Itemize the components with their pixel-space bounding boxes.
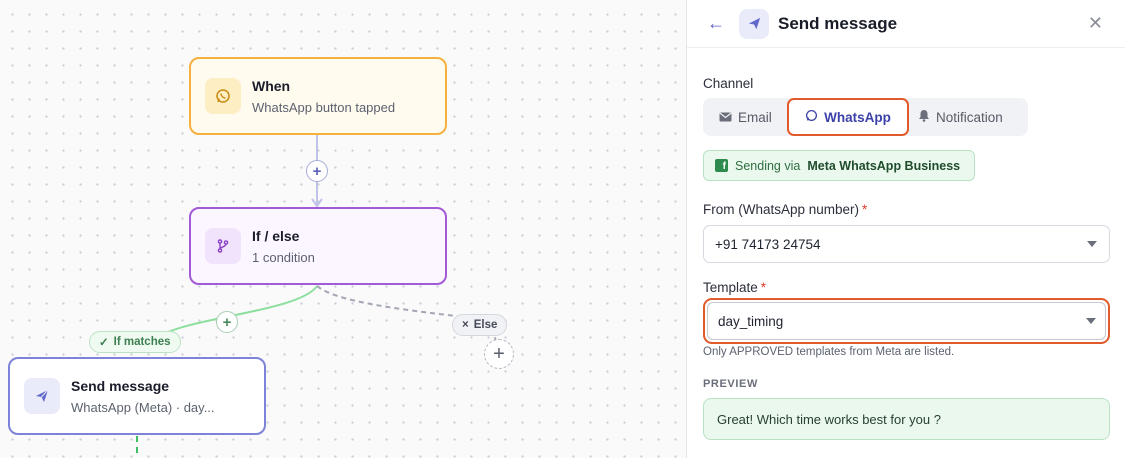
back-arrow-icon[interactable]: ← <box>707 13 729 34</box>
from-number-select[interactable]: +91 74173 24754 <box>703 225 1110 263</box>
preview-message: Great! Which time works best for you ? <box>703 398 1110 440</box>
branch-label-text: If matches <box>113 336 171 348</box>
send-icon <box>739 8 769 39</box>
chevron-down-icon <box>1086 318 1096 324</box>
channel-option-email[interactable]: Email <box>719 98 772 136</box>
channel-label: Channel <box>703 76 754 91</box>
panel-title: Send message <box>778 13 898 33</box>
branch-icon <box>205 228 241 264</box>
whatsapp-icon <box>805 109 818 125</box>
node-when-trigger[interactable]: When WhatsApp button tapped <box>189 57 447 135</box>
panel-header: ← Send message ✕ <box>687 0 1125 48</box>
node-title: Send message <box>71 377 170 394</box>
channel-option-notification[interactable]: Notification <box>918 98 1003 136</box>
preview-text: Great! Which time works best for you ? <box>717 411 941 427</box>
template-help-text: Only APPROVED templates from Meta are li… <box>703 346 955 358</box>
edge-if-else <box>316 285 471 319</box>
step-settings-panel: ← Send message ✕ Channel Email WhatsApp … <box>686 0 1125 458</box>
required-mark: * <box>862 202 868 217</box>
check-icon: ✓ <box>99 337 109 349</box>
from-number-value: +91 74173 24754 <box>715 236 821 252</box>
branch-label-text: Else <box>473 319 498 331</box>
node-title: When <box>252 77 291 94</box>
send-icon <box>24 378 60 414</box>
node-if-else[interactable]: If / else 1 condition <box>189 207 447 285</box>
node-subtitle: WhatsApp (Meta) · day... <box>71 399 215 415</box>
node-title: If / else <box>252 227 300 244</box>
workflow-canvas[interactable]: When WhatsApp button tapped + If / else … <box>0 0 686 458</box>
node-send-message[interactable]: Send message WhatsApp (Meta) · day... <box>8 357 266 435</box>
bell-icon <box>918 109 930 125</box>
add-step-button[interactable]: + <box>306 160 328 182</box>
provider-banner: f Sending via Meta WhatsApp Business <box>703 150 975 181</box>
chevron-down-icon <box>1087 241 1097 247</box>
template-label-text: Template <box>703 280 758 295</box>
channel-selector: Email WhatsApp Notification <box>703 98 1028 136</box>
close-icon: × <box>462 319 469 331</box>
node-subtitle: 1 condition <box>252 249 315 265</box>
required-mark: * <box>760 280 767 295</box>
edge-if-matches <box>157 285 318 339</box>
node-subtitle: WhatsApp button tapped <box>252 99 396 115</box>
template-value: day_timing <box>718 313 784 329</box>
from-label-text: From (WhatsApp number) <box>703 202 860 217</box>
add-step-button[interactable]: + <box>216 311 238 333</box>
banner-prefix: Sending via <box>735 158 801 173</box>
preview-label: PREVIEW <box>703 378 758 390</box>
channel-option-whatsapp[interactable]: WhatsApp <box>787 98 909 136</box>
banner-provider: Meta WhatsApp Business <box>807 158 961 173</box>
branch-label-matches: ✓ If matches <box>89 331 181 353</box>
channel-option-label: Notification <box>936 109 1003 125</box>
facebook-icon: f <box>715 159 728 172</box>
channel-option-label: Email <box>738 109 772 125</box>
from-label: From (WhatsApp number) * <box>703 202 867 217</box>
channel-option-label: WhatsApp <box>824 109 891 125</box>
template-select[interactable]: day_timing <box>703 298 1110 344</box>
whatsapp-icon <box>205 78 241 114</box>
close-icon[interactable]: ✕ <box>1088 13 1103 34</box>
template-label: Template * <box>703 280 766 295</box>
add-else-step-button[interactable]: + <box>484 339 514 369</box>
mail-icon <box>719 110 732 125</box>
branch-label-else: × Else <box>452 314 508 336</box>
